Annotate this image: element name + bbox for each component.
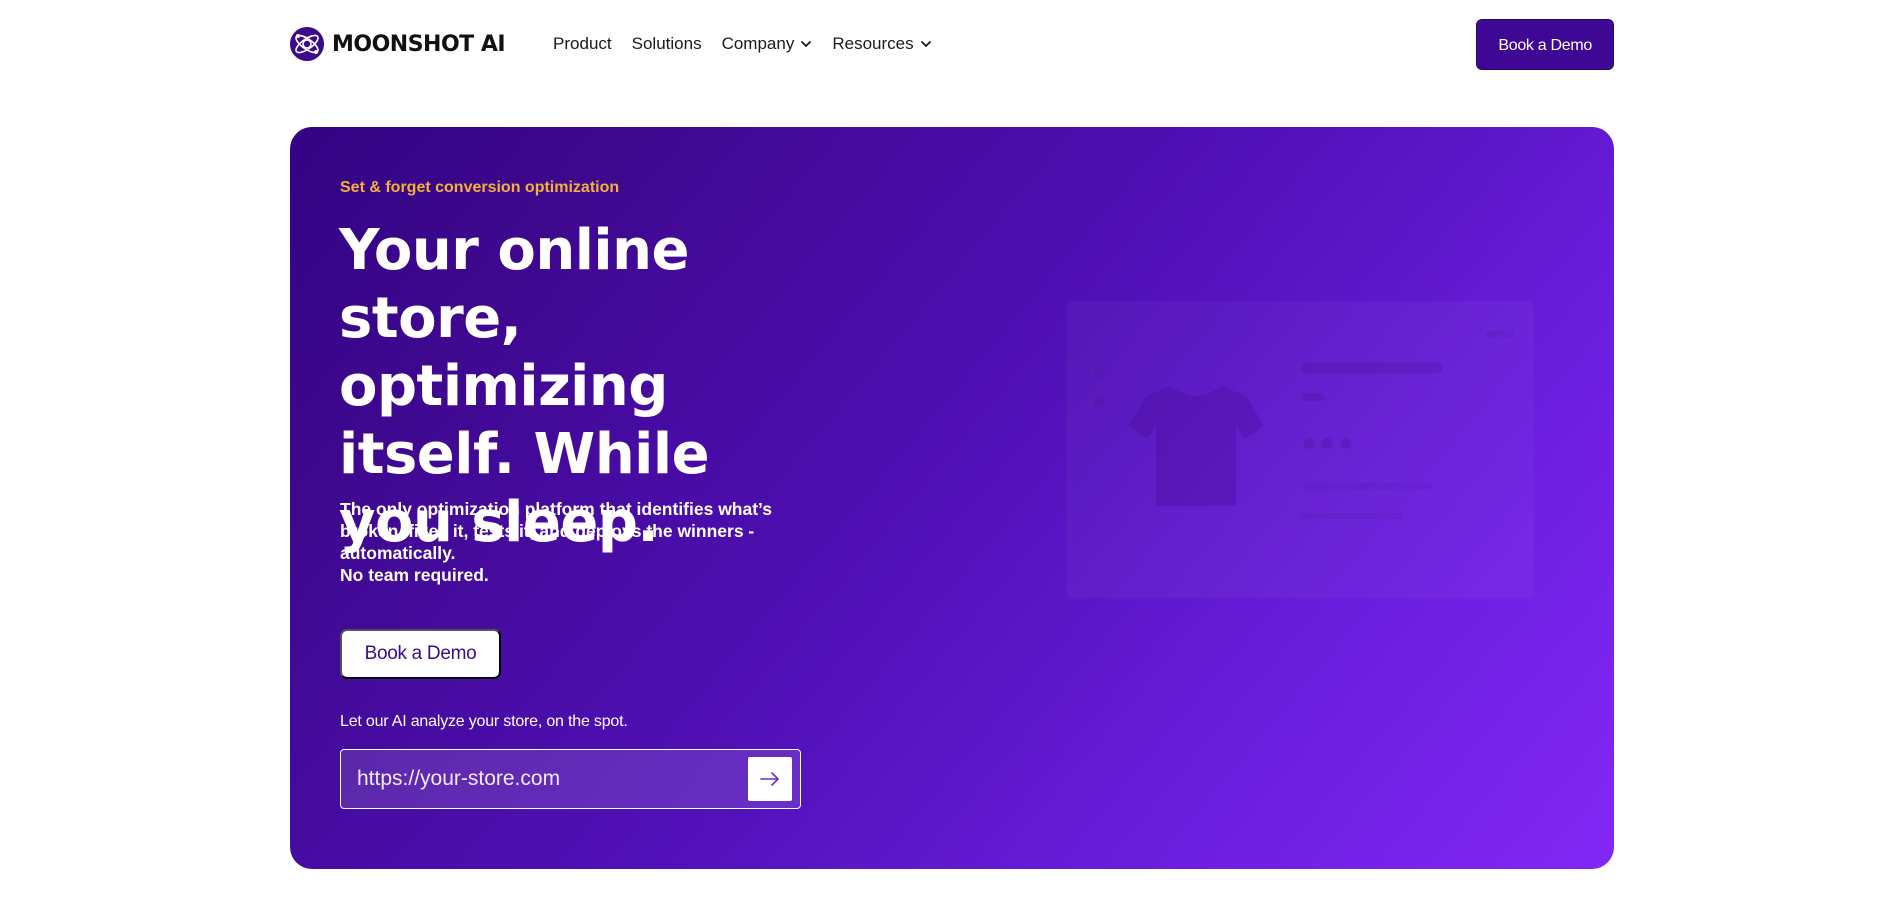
arrow-right-icon — [760, 772, 779, 786]
store-url-input[interactable] — [341, 750, 748, 808]
nav-links: Product Solutions Company Resources — [553, 34, 952, 54]
nav-link-label: Company — [721, 34, 795, 53]
analyze-submit-button[interactable] — [748, 757, 792, 801]
hero-eyebrow: Set & forget conversion optimization — [340, 179, 620, 196]
nav-link-product[interactable]: Product — [553, 34, 612, 54]
hero-subcopy-line: The only optimization platform that iden… — [340, 499, 773, 563]
nav-link-company[interactable]: Company — [722, 34, 813, 54]
nav-link-solutions[interactable]: Solutions — [632, 34, 702, 54]
hero-subcopy-line: No team required. — [340, 565, 489, 585]
moonshot-logo-icon — [290, 27, 324, 61]
hero-section: Set & forget conversion optimization You… — [290, 127, 1614, 869]
analyze-label: Let our AI analyze your store, on the sp… — [340, 713, 628, 730]
hero-subcopy: The only optimization platform that iden… — [340, 498, 820, 586]
store-url-form — [340, 749, 801, 809]
nav-book-demo-button[interactable]: Book a Demo — [1476, 18, 1614, 70]
top-nav: MOONSHOT AI Product Solutions Company Re… — [290, 18, 1614, 70]
chevron-down-icon — [920, 41, 931, 47]
chevron-down-icon — [801, 41, 812, 47]
landing-page: MOONSHOT AI Product Solutions Company Re… — [0, 0, 1888, 914]
product-mockup — [1066, 301, 1534, 598]
brand-name: MOONSHOT AI — [332, 31, 506, 57]
tshirt-icon — [1128, 386, 1264, 506]
nav-link-resources[interactable]: Resources — [832, 34, 931, 54]
brand-logo[interactable]: MOONSHOT AI — [290, 27, 506, 61]
nav-link-label: Product — [553, 34, 612, 53]
nav-link-label: Solutions — [631, 34, 702, 53]
hero-book-demo-button[interactable]: Book a Demo — [340, 629, 501, 679]
nav-link-label: Resources — [832, 34, 914, 53]
